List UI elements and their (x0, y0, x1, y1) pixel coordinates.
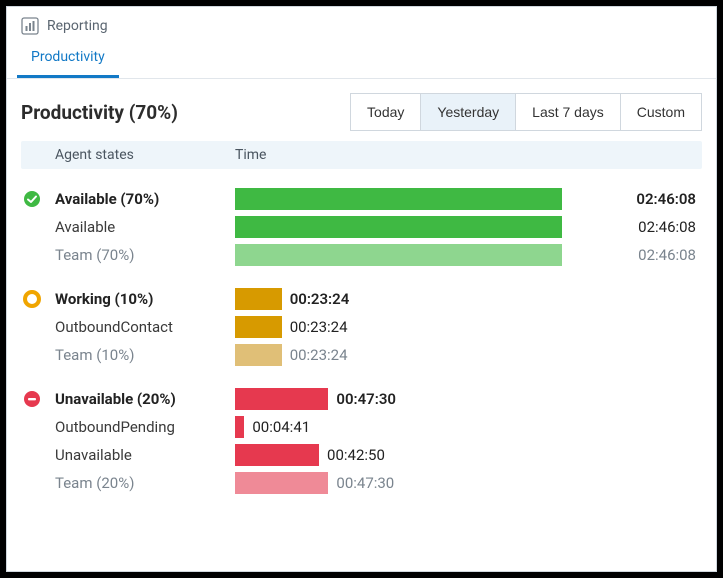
time-bar-cell: 00:42:50 (231, 444, 702, 466)
state-label: Team (20%) (51, 474, 231, 492)
state-row: Unavailable 00:42:50 (21, 441, 702, 469)
range-custom[interactable]: Custom (620, 93, 702, 131)
time-value: 00:42:50 (327, 446, 385, 464)
ring-icon (21, 290, 51, 308)
range-yesterday[interactable]: Yesterday (420, 93, 516, 131)
time-bar-fill (235, 388, 328, 410)
state-label: OutboundPending (51, 418, 231, 436)
time-bar-fill (235, 416, 244, 438)
state-label: Team (70%) (51, 246, 231, 264)
time-bar-cell: 00:47:30 (231, 388, 702, 410)
state-row: OutboundPending 00:04:41 (21, 413, 702, 441)
time-value: 02:46:08 (638, 246, 696, 264)
time-value: 00:04:41 (252, 418, 310, 436)
time-value: 00:47:30 (336, 390, 396, 408)
date-range-picker: Today Yesterday Last 7 days Custom (350, 93, 702, 131)
time-bar-cell: 02:46:08 (231, 188, 702, 210)
time-bar-cell: 00:04:41 (231, 416, 702, 438)
time-bar: 00:42:50 (235, 444, 702, 466)
time-bar: 00:04:41 (235, 416, 702, 438)
team-row: Team (10%) 00:23:24 (21, 341, 702, 369)
team-row: Team (20%) 00:47:30 (21, 469, 702, 497)
range-today[interactable]: Today (350, 93, 421, 131)
state-row: Available 02:46:08 (21, 213, 702, 241)
time-bar: 02:46:08 (235, 188, 702, 210)
time-bar: 00:23:24 (235, 288, 702, 310)
time-value: 00:23:24 (290, 290, 350, 308)
time-value: 02:46:08 (638, 218, 696, 236)
state-label: OutboundContact (51, 318, 231, 336)
group-unavailable: Unavailable (20%) 00:47:30 OutboundPending… (21, 369, 702, 497)
time-value: 02:46:08 (636, 190, 696, 208)
time-bar-fill (235, 472, 328, 494)
time-bar-cell: 02:46:08 (231, 244, 702, 266)
time-bar-fill (235, 188, 562, 210)
titlebar: Productivity (70%) Today Yesterday Last … (7, 79, 716, 141)
state-label: Working (10%) (51, 290, 231, 308)
window-title: Reporting (47, 18, 108, 34)
time-bar-cell: 00:23:24 (231, 344, 702, 366)
state-label: Unavailable (51, 446, 231, 464)
time-bar: 02:46:08 (235, 216, 702, 238)
time-bar-cell: 00:47:30 (231, 472, 702, 494)
state-row: OutboundContact 00:23:24 (21, 313, 702, 341)
time-value: 00:23:24 (290, 346, 348, 364)
time-bar: 00:23:24 (235, 316, 702, 338)
tabs: Productivity (7, 41, 716, 79)
page-title: Productivity (70%) (21, 101, 178, 124)
time-bar-fill (235, 444, 319, 466)
bar-chart-icon (21, 17, 39, 35)
group-available: Available (70%) 02:46:08 Available 02:46:08… (21, 169, 702, 269)
tab-productivity[interactable]: Productivity (17, 41, 119, 78)
table-header: Agent states Time (21, 141, 702, 169)
time-value: 00:23:24 (290, 318, 348, 336)
state-label: Team (10%) (51, 346, 231, 364)
window-header: Reporting (7, 7, 716, 41)
column-time: Time (231, 147, 702, 163)
time-bar-fill (235, 344, 282, 366)
state-label: Available (51, 218, 231, 236)
time-bar: 00:47:30 (235, 388, 702, 410)
time-value: 00:47:30 (336, 474, 394, 492)
group-head-row: Unavailable (20%) 00:47:30 (21, 385, 702, 413)
reporting-window: Reporting Productivity Productivity (70%… (6, 6, 717, 572)
time-bar-fill (235, 316, 282, 338)
time-bar-cell: 00:23:24 (231, 288, 702, 310)
state-label: Unavailable (20%) (51, 390, 231, 408)
check-icon (21, 190, 51, 208)
time-bar-fill (235, 216, 562, 238)
state-label: Available (70%) (51, 190, 231, 208)
time-bar-cell: 00:23:24 (231, 316, 702, 338)
range-last7[interactable]: Last 7 days (515, 93, 621, 131)
stop-icon (21, 390, 51, 408)
column-agent-states: Agent states (51, 147, 231, 163)
time-bar: 00:23:24 (235, 344, 702, 366)
time-bar: 02:46:08 (235, 244, 702, 266)
team-row: Team (70%) 02:46:08 (21, 241, 702, 269)
group-working: Working (10%) 00:23:24 OutboundContact 00:2… (21, 269, 702, 369)
time-bar-cell: 02:46:08 (231, 216, 702, 238)
time-bar-fill (235, 244, 562, 266)
time-bar-fill (235, 288, 282, 310)
time-bar: 00:47:30 (235, 472, 702, 494)
group-head-row: Working (10%) 00:23:24 (21, 285, 702, 313)
agent-states-table: Agent states Time Available (70%) 02:46:0… (7, 141, 716, 497)
group-head-row: Available (70%) 02:46:08 (21, 185, 702, 213)
